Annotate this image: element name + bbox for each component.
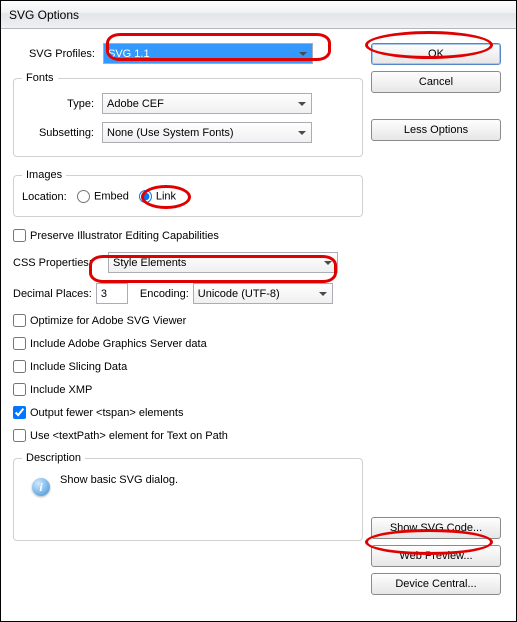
encoding-select[interactable]: Unicode (UTF-8) bbox=[193, 283, 333, 304]
fewer-tspan-checkbox[interactable] bbox=[13, 406, 26, 419]
svg-profiles-select[interactable]: SVG 1.1 bbox=[103, 43, 313, 64]
description-legend: Description bbox=[22, 452, 85, 464]
cancel-button[interactable]: Cancel bbox=[371, 71, 501, 93]
preserve-label: Preserve Illustrator Editing Capabilitie… bbox=[30, 230, 219, 242]
css-properties-label: CSS Properties: bbox=[13, 257, 108, 269]
images-group: Images Location: Embed Link bbox=[13, 169, 363, 217]
optimize-checkbox[interactable] bbox=[13, 314, 26, 327]
fonts-group: Fonts Type: Adobe CEF Subsetting: None (… bbox=[13, 72, 363, 157]
svg-profiles-label: SVG Profiles: bbox=[13, 48, 103, 60]
window-title: SVG Options bbox=[9, 8, 79, 22]
encoding-label: Encoding: bbox=[128, 288, 193, 300]
fonts-legend: Fonts bbox=[22, 72, 58, 84]
less-options-button[interactable]: Less Options bbox=[371, 119, 501, 141]
font-type-label: Type: bbox=[22, 98, 102, 110]
info-icon: i bbox=[32, 478, 50, 496]
ok-button[interactable]: OK bbox=[371, 43, 501, 65]
titlebar: SVG Options bbox=[1, 1, 516, 29]
font-subsetting-label: Subsetting: bbox=[22, 127, 102, 139]
description-group: Description i Show basic SVG dialog. bbox=[13, 452, 363, 541]
device-central-button[interactable]: Device Central... bbox=[371, 573, 501, 595]
preserve-checkbox[interactable] bbox=[13, 229, 26, 242]
location-label: Location: bbox=[22, 191, 77, 203]
location-embed-radio[interactable]: Embed bbox=[77, 190, 129, 203]
xmp-checkbox[interactable] bbox=[13, 383, 26, 396]
decimal-places-label: Decimal Places: bbox=[13, 288, 96, 300]
decimal-places-input[interactable] bbox=[96, 283, 128, 304]
images-legend: Images bbox=[22, 169, 66, 181]
textpath-checkbox[interactable] bbox=[13, 429, 26, 442]
location-link-radio[interactable]: Link bbox=[139, 190, 176, 203]
description-text: Show basic SVG dialog. bbox=[60, 474, 178, 486]
web-preview-button[interactable]: Web Preview... bbox=[371, 545, 501, 567]
slicing-checkbox[interactable] bbox=[13, 360, 26, 373]
font-type-select[interactable]: Adobe CEF bbox=[102, 93, 312, 114]
graphics-server-checkbox[interactable] bbox=[13, 337, 26, 350]
css-properties-select[interactable]: Style Elements bbox=[108, 252, 338, 273]
font-subsetting-select[interactable]: None (Use System Fonts) bbox=[102, 122, 312, 143]
show-svg-code-button[interactable]: Show SVG Code... bbox=[371, 517, 501, 539]
